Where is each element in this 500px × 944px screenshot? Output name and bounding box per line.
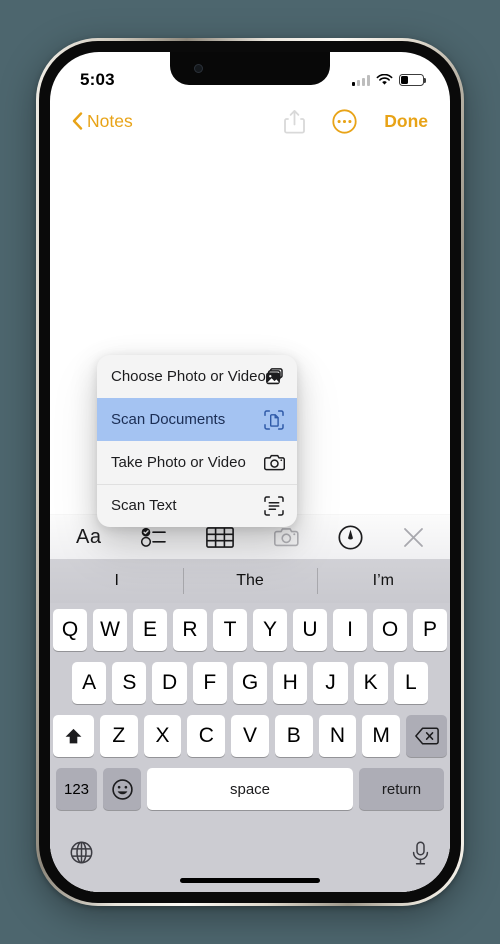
key-s[interactable]: S <box>112 662 147 704</box>
emoji-key[interactable] <box>103 768 141 810</box>
front-camera-icon <box>194 64 203 73</box>
keyboard-row-1: Q W E R T Y U I O P <box>53 609 447 651</box>
key-b[interactable]: B <box>274 715 313 757</box>
key-k[interactable]: K <box>353 662 388 704</box>
table-icon[interactable] <box>206 526 235 548</box>
key-h[interactable]: H <box>273 662 308 704</box>
text-scan-icon <box>263 495 285 516</box>
key-x[interactable]: X <box>143 715 182 757</box>
keyboard-row-3: Z X C V B N M <box>52 715 448 757</box>
key-f[interactable]: F <box>192 662 227 704</box>
key-a[interactable]: A <box>72 662 107 704</box>
photo-stack-icon <box>265 368 286 385</box>
key-t[interactable]: T <box>213 609 247 651</box>
markup-pen-icon[interactable] <box>338 524 364 550</box>
keyboard-bottom-bar <box>50 836 450 892</box>
cellular-signal-icon <box>352 74 370 86</box>
document-scan-icon <box>263 409 285 430</box>
key-p[interactable]: P <box>413 609 447 651</box>
close-icon[interactable] <box>403 527 424 548</box>
menu-item-label: Scan Documents <box>111 411 226 428</box>
prediction-1[interactable]: The <box>183 559 316 603</box>
key-r[interactable]: R <box>173 609 207 651</box>
menu-item-label: Scan Text <box>111 497 177 514</box>
shift-icon[interactable] <box>52 715 94 757</box>
back-button[interactable]: Notes <box>72 111 133 132</box>
keyboard-row-2: A S D F G H J K L <box>53 662 447 704</box>
globe-icon[interactable] <box>70 841 93 864</box>
share-icon[interactable] <box>284 109 306 134</box>
key-l[interactable]: L <box>393 662 428 704</box>
prediction-0[interactable]: I <box>50 559 183 603</box>
menu-item-scan-documents[interactable]: Scan Documents <box>97 398 297 441</box>
home-indicator[interactable] <box>180 878 320 883</box>
phone-bezel: 5:03 Notes Done Choose Photo or Video Sc… <box>39 41 461 903</box>
key-m[interactable]: M <box>362 715 401 757</box>
key-o[interactable]: O <box>373 609 407 651</box>
status-time: 5:03 <box>80 70 115 89</box>
key-q[interactable]: Q <box>53 609 87 651</box>
keyboard-row-4: 123 space return <box>53 768 447 810</box>
wifi-icon <box>376 74 393 85</box>
navigation-bar: Notes Done <box>50 98 450 144</box>
key-c[interactable]: C <box>187 715 226 757</box>
key-y[interactable]: Y <box>253 609 287 651</box>
text-format-icon[interactable]: Aa <box>76 526 101 549</box>
key-z[interactable]: Z <box>99 715 138 757</box>
key-i[interactable]: I <box>333 609 367 651</box>
camera-attach-icon[interactable] <box>273 527 299 547</box>
attachment-menu: Choose Photo or Video Scan Documents Tak… <box>97 355 297 527</box>
key-j[interactable]: J <box>313 662 348 704</box>
key-v[interactable]: V <box>231 715 269 757</box>
key-g[interactable]: G <box>232 662 268 704</box>
microphone-icon[interactable] <box>411 841 430 866</box>
camera-icon <box>263 454 285 471</box>
menu-item-take-photo-or-video[interactable]: Take Photo or Video <box>97 441 297 484</box>
phone-screen: 5:03 Notes Done Choose Photo or Video Sc… <box>50 52 450 892</box>
key-e[interactable]: E <box>133 609 167 651</box>
delete-backspace-icon[interactable] <box>406 715 448 757</box>
space-key[interactable]: space <box>147 768 353 810</box>
done-button[interactable]: Done <box>384 111 428 132</box>
key-w[interactable]: W <box>93 609 127 651</box>
key-u[interactable]: U <box>293 609 327 651</box>
menu-item-label: Take Photo or Video <box>111 454 246 471</box>
nav-right-actions: Done <box>284 108 428 134</box>
phone-frame: 5:03 Notes Done Choose Photo or Video Sc… <box>36 38 464 906</box>
menu-item-choose-photo-or-video[interactable]: Choose Photo or Video <box>97 355 297 398</box>
prediction-2[interactable]: I’m <box>316 559 450 603</box>
numbers-key[interactable]: 123 <box>56 768 97 810</box>
menu-item-scan-text[interactable]: Scan Text <box>97 484 297 527</box>
notch <box>170 52 330 85</box>
back-button-label: Notes <box>87 110 133 131</box>
key-n[interactable]: N <box>318 715 357 757</box>
chevron-left-icon <box>72 112 83 130</box>
checklist-icon[interactable] <box>140 526 167 548</box>
return-key[interactable]: return <box>359 768 444 810</box>
menu-item-label: Choose Photo or Video <box>111 368 266 385</box>
key-rows: Q W E R T Y U I O P A S D F G H J K L Z … <box>50 603 450 810</box>
key-d[interactable]: D <box>152 662 187 704</box>
more-circle-icon[interactable] <box>332 108 357 134</box>
battery-icon <box>399 74 427 86</box>
onscreen-keyboard: I The I’m Q W E R T Y U I O P A S D F G … <box>50 559 450 892</box>
predictive-text-bar: I The I’m <box>50 559 450 603</box>
status-icons <box>352 74 427 86</box>
